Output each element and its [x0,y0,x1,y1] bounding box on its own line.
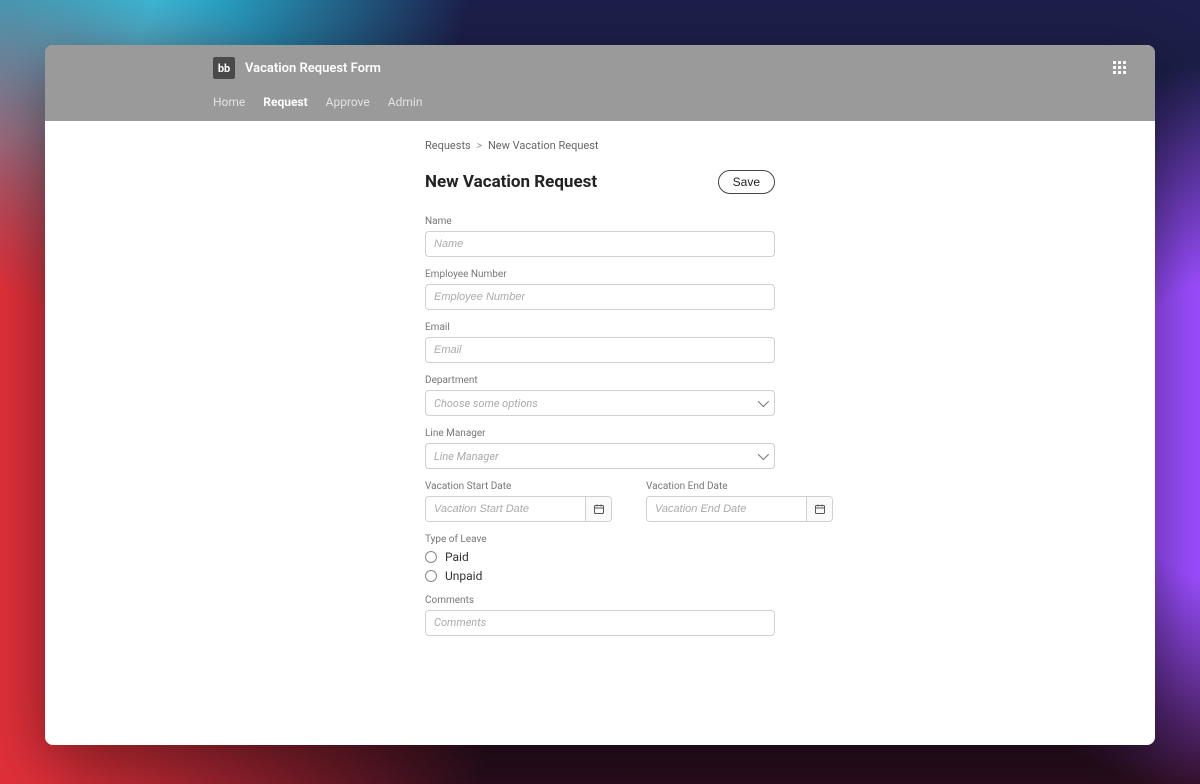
label-employee-number: Employee Number [425,269,775,280]
start-date-input-wrap [425,496,612,522]
end-date-input-wrap [646,496,833,522]
field-type-of-leave: Type of Leave Paid Unpaid [425,534,775,583]
employee-number-input[interactable] [425,284,775,310]
app-title: Vacation Request Form [245,61,381,76]
field-comments: Comments [425,595,775,640]
department-placeholder: Choose some options [434,397,538,410]
apps-grid-icon[interactable] [1113,61,1127,75]
chevron-down-icon [758,449,769,460]
start-date-input[interactable] [426,497,585,521]
field-end-date: Vacation End Date [646,481,833,522]
save-button[interactable]: Save [718,170,775,194]
label-line-manager: Line Manager [425,428,775,439]
field-name: Name [425,216,775,257]
calendar-icon [814,503,826,515]
breadcrumb: Requests > New Vacation Request [425,139,775,152]
name-input[interactable] [425,231,775,257]
radio-paid[interactable]: Paid [425,550,775,564]
label-type-of-leave: Type of Leave [425,534,775,545]
end-date-input[interactable] [647,497,806,521]
header-top-row: bb Vacation Request Form [45,45,1155,85]
radio-label-unpaid: Unpaid [445,569,482,583]
field-line-manager: Line Manager Line Manager [425,428,775,469]
radio-icon [425,551,437,563]
label-start-date: Vacation Start Date [425,481,612,492]
page-title-row: New Vacation Request Save [425,170,775,194]
line-manager-select[interactable]: Line Manager [425,443,775,469]
nav-tabs: Home Request Approve Admin [45,85,1155,121]
content-area: Requests > New Vacation Request New Vaca… [45,121,1155,640]
label-email: Email [425,322,775,333]
email-input[interactable] [425,337,775,363]
label-comments: Comments [425,595,775,606]
label-end-date: Vacation End Date [646,481,833,492]
app-logo: bb [213,57,235,79]
date-row: Vacation Start Date [425,481,775,522]
radio-icon [425,570,437,582]
breadcrumb-link-requests[interactable]: Requests [425,139,471,152]
field-start-date: Vacation Start Date [425,481,612,522]
page-title: New Vacation Request [425,172,597,192]
desktop-background: bb Vacation Request Form Home Request Ap… [0,0,1200,784]
nav-tab-approve[interactable]: Approve [326,95,370,109]
comments-input[interactable] [425,610,775,636]
nav-tab-admin[interactable]: Admin [388,95,423,109]
calendar-icon [593,503,605,515]
nav-tab-home[interactable]: Home [213,95,245,109]
breadcrumb-current: New Vacation Request [488,139,599,152]
end-date-picker-button[interactable] [806,497,832,521]
nav-tab-request[interactable]: Request [263,95,307,109]
field-employee-number: Employee Number [425,269,775,310]
start-date-picker-button[interactable] [585,497,611,521]
app-window: bb Vacation Request Form Home Request Ap… [45,45,1155,745]
line-manager-placeholder: Line Manager [434,450,499,463]
breadcrumb-separator: > [476,139,482,152]
field-email: Email [425,322,775,363]
department-select[interactable]: Choose some options [425,390,775,416]
form-wrap: Requests > New Vacation Request New Vaca… [425,139,775,640]
radio-label-paid: Paid [445,550,469,564]
label-name: Name [425,216,775,227]
chevron-down-icon [758,396,769,407]
label-department: Department [425,375,775,386]
field-department: Department Choose some options [425,375,775,416]
app-header: bb Vacation Request Form Home Request Ap… [45,45,1155,121]
radio-unpaid[interactable]: Unpaid [425,569,775,583]
